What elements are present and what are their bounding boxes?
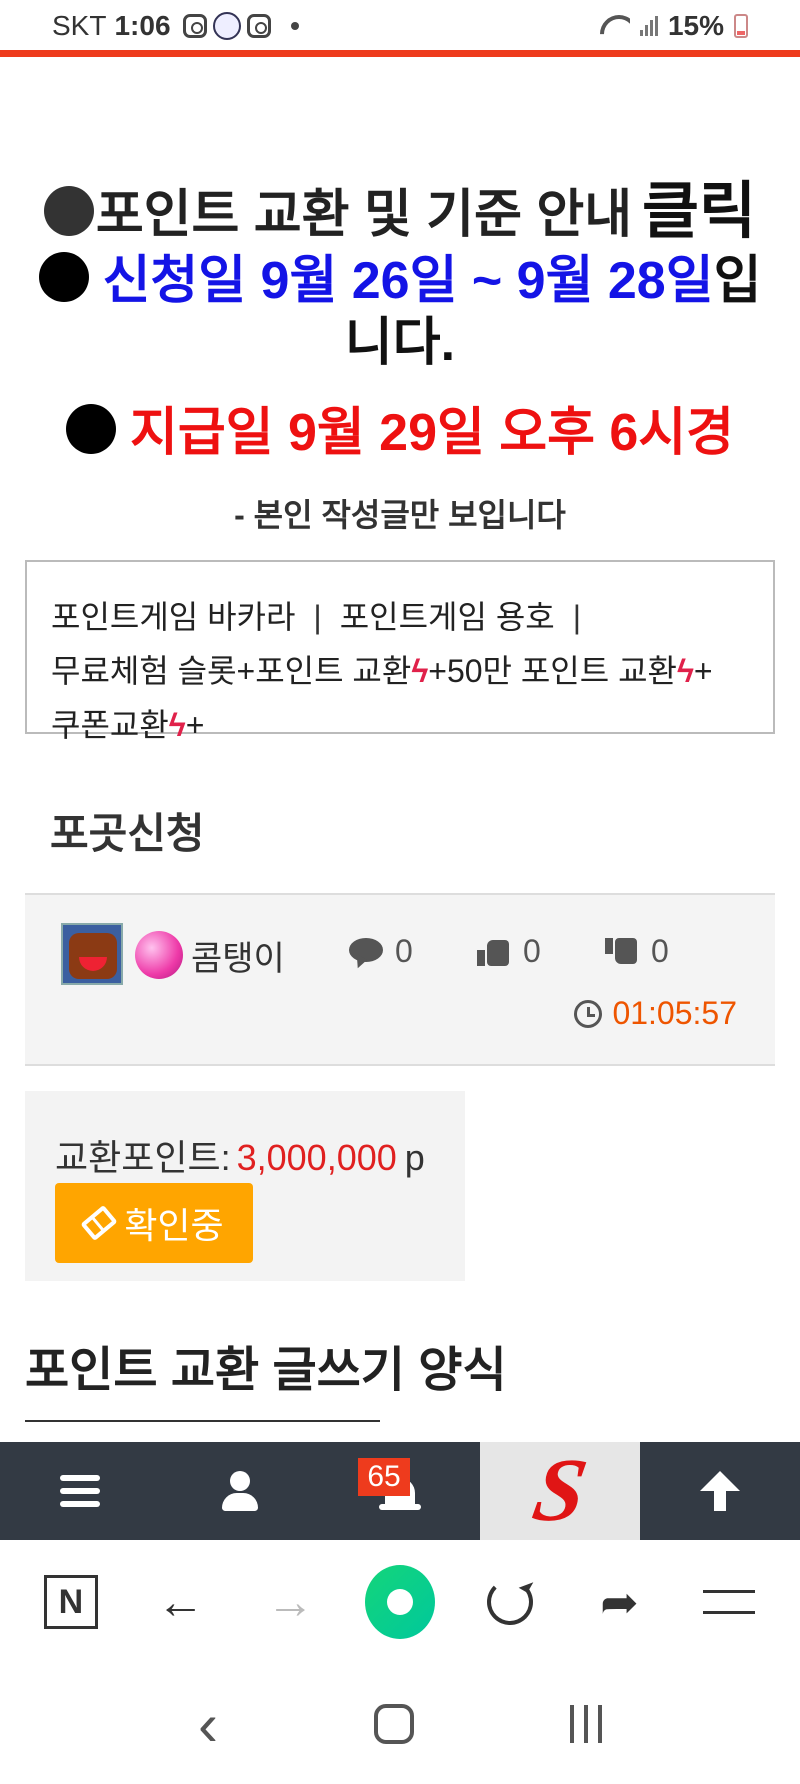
notice-exchange-guide[interactable]: 포인트 교환 및 기준 안내 클릭 <box>20 160 780 250</box>
green-dot-button[interactable] <box>364 1565 435 1639</box>
site-logo: S <box>526 1441 594 1540</box>
forward-button[interactable]: → <box>255 1567 325 1637</box>
user-icon <box>220 1471 260 1511</box>
section-title: 포곳신청 <box>50 810 205 857</box>
link-separator: | <box>572 599 582 635</box>
plus-sign: + <box>185 707 205 743</box>
dashed-divider <box>25 1420 380 1422</box>
status-bar: SKT 1:06 15% <box>0 0 800 52</box>
refresh-icon <box>486 1579 533 1625</box>
exchange-point-value: 3,000,000 <box>236 1137 397 1178</box>
link-free-slot-label: 무료체험 슬롯+포인트 교환 <box>51 653 412 689</box>
lightning-icon: ϟ <box>168 707 186 743</box>
wifi-icon <box>600 15 630 37</box>
post-time-value: 01:05:57 <box>612 995 737 1031</box>
post-meta-box: 콤탱이 0 0 0 01:05:57 <box>25 893 775 1066</box>
lightning-icon: ϟ <box>676 653 694 689</box>
battery-percent: 15% <box>667 10 724 41</box>
comment-icon <box>349 937 383 966</box>
exchange-point-box: 교환포인트: 3,000,000 p 확인중 <box>25 1091 465 1281</box>
link-coupon-label: 쿠폰교환 <box>51 707 169 743</box>
notice-pay-date: 지급일 9월 29일 오후 6시경 <box>20 390 780 465</box>
bullet-icon <box>38 252 89 302</box>
notification-icons <box>182 12 299 40</box>
click-link[interactable]: 클릭 <box>642 177 756 246</box>
link-dragon-tiger[interactable]: 포인트게임 용호 <box>340 599 555 635</box>
share-button[interactable]: ➦ <box>584 1567 654 1637</box>
category-links-box: 포인트게임 바카라 | 포인트게임 용호 | 무료체험 슬롯+포인트 교환ϟ+50만 … <box>25 560 775 743</box>
browser-toolbar: N ← → ➦ <box>0 1540 800 1664</box>
exchange-point-unit: p <box>404 1137 425 1178</box>
link-separator: | <box>313 599 322 635</box>
back-button[interactable]: ← <box>146 1567 216 1637</box>
link-500k-exchange-label: +50만 포인트 교환 <box>428 653 677 689</box>
app-badge-icon <box>212 12 241 40</box>
system-indicators: 15% <box>600 10 748 42</box>
status-button-label: 확인중 <box>124 1205 224 1246</box>
more-notifications-dot-icon <box>290 22 299 30</box>
system-back-button[interactable]: ‹ <box>198 1690 218 1759</box>
instagram-icon <box>246 14 271 38</box>
arrow-up-icon <box>700 1471 740 1511</box>
arrow-right-icon: → <box>266 1575 315 1629</box>
header-accent-line <box>0 50 800 57</box>
hamburger-icon <box>60 1475 100 1507</box>
thumbs-up-icon <box>477 938 511 966</box>
exchange-point-line: 교환포인트: 3,000,000 p <box>55 1129 425 1181</box>
link-500k-exchange[interactable]: +50만 포인트 교환ϟ+ <box>428 653 712 689</box>
bullet-icon <box>65 404 116 454</box>
link-baccarat[interactable]: 포인트게임 바카라 <box>51 599 295 635</box>
battery-icon <box>734 14 748 38</box>
comment-count-value: 0 <box>395 933 413 969</box>
post-time: 01:05:57 <box>574 995 737 1032</box>
notice-exchange-guide-text: 포인트 교환 및 기준 안내 <box>95 186 633 244</box>
form-title: 포인트 교환 글쓰기 양식 <box>25 1344 507 1397</box>
level-orb-icon <box>135 931 183 979</box>
browser-menu-button[interactable] <box>694 1567 764 1637</box>
thumbs-down-icon <box>605 937 639 966</box>
status-checking-button[interactable]: 확인중 <box>55 1183 253 1263</box>
system-nav-bar: ‹ <box>0 1664 800 1784</box>
scroll-top-button[interactable] <box>640 1442 800 1540</box>
share-icon: ➦ <box>600 1576 639 1628</box>
notice-own-posts-only: - 본인 작성글만 보입니다 <box>234 497 566 533</box>
apply-date-text: 신청일 9월 26일 ~ 9월 28일 <box>102 252 714 310</box>
avatar[interactable] <box>61 923 123 985</box>
arrow-left-icon: ← <box>156 1575 205 1629</box>
signal-icon <box>639 16 658 36</box>
plus-sign: + <box>693 653 713 689</box>
menu-button[interactable] <box>0 1442 160 1540</box>
menu-lines-icon <box>703 1590 756 1614</box>
clock-icon <box>574 999 603 1028</box>
carrier-label: SKT <box>52 10 107 41</box>
naver-n-icon: N <box>43 1575 98 1629</box>
refresh-button[interactable] <box>475 1567 545 1637</box>
clock-time: 1:06 <box>114 10 171 41</box>
instagram-icon <box>182 14 207 38</box>
bullet-icon <box>43 186 94 236</box>
site-logo-button[interactable]: S <box>480 1441 640 1540</box>
author-nickname[interactable]: 콤탱이 <box>191 931 285 980</box>
comment-count: 0 <box>349 933 413 970</box>
notification-count-badge: 65 <box>358 1458 410 1496</box>
dislike-count: 0 <box>605 933 669 970</box>
green-circle-icon <box>364 1565 435 1639</box>
dislike-count-value: 0 <box>651 933 669 969</box>
like-count: 0 <box>477 933 541 970</box>
system-recents-button[interactable] <box>569 1705 602 1743</box>
pay-date-text: 지급일 9월 29일 오후 6시경 <box>129 404 735 462</box>
link-coupon[interactable]: 쿠폰교환ϟ+ <box>51 707 204 743</box>
link-free-slot[interactable]: 무료체험 슬롯+포인트 교환ϟ <box>51 653 428 689</box>
notice-apply-date: 신청일 9월 26일 ~ 9월 28일입니다. <box>20 250 780 374</box>
like-count-value: 0 <box>523 933 541 969</box>
profile-button[interactable] <box>160 1442 320 1540</box>
exchange-point-label: 교환포인트: <box>55 1137 231 1178</box>
naver-home-button[interactable]: N <box>36 1567 106 1637</box>
system-home-button[interactable] <box>373 1704 414 1744</box>
ticket-icon <box>80 1204 118 1242</box>
lightning-icon: ϟ <box>411 653 429 689</box>
